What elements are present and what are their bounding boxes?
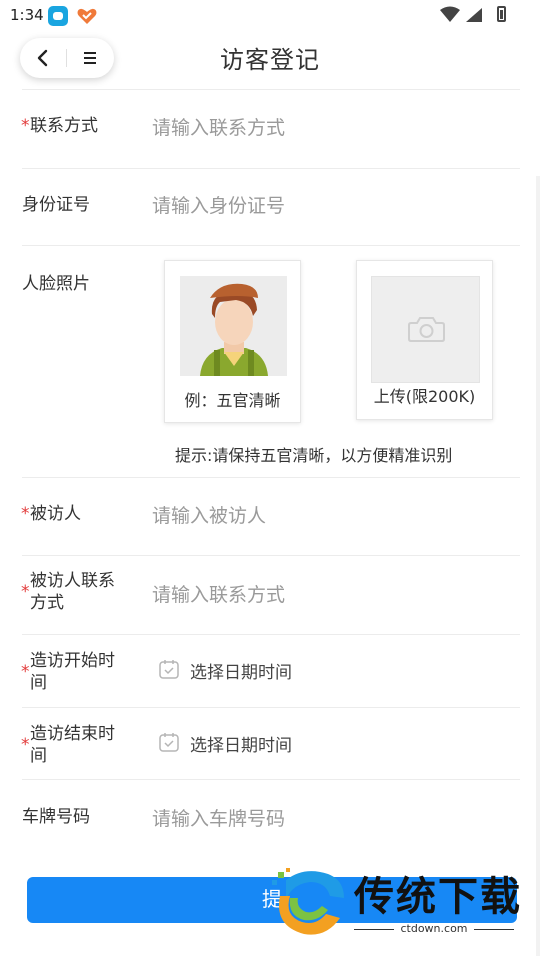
upload-caption: 上传(限200K)	[373, 387, 476, 406]
signal-icon	[440, 6, 482, 22]
example-face-image	[180, 276, 287, 376]
row-divider	[22, 634, 520, 635]
face-photo-label: 人脸照片	[22, 274, 90, 294]
visit-start-label-line1: 造访开始时	[30, 651, 115, 671]
upload-photo-card[interactable]: 上传(限200K)	[356, 260, 493, 420]
example-caption: 例：五官清晰	[184, 391, 281, 410]
visitee-phone-label-line2: 方式	[30, 593, 64, 613]
required-mark: *	[21, 735, 30, 755]
watermark: 传统下载 ctdown.com	[268, 860, 528, 940]
required-mark: *	[21, 582, 30, 602]
visitee-input[interactable]	[152, 501, 492, 531]
phone-label-text: 联系方式	[30, 116, 98, 136]
visit-start-label-line2: 间	[30, 673, 47, 693]
scrollbar[interactable]	[536, 176, 540, 956]
visitee-phone-input[interactable]	[152, 580, 492, 610]
row-divider	[22, 477, 520, 478]
id-number-input[interactable]	[152, 191, 492, 221]
battery-icon	[497, 6, 506, 22]
upload-area[interactable]	[371, 276, 480, 383]
app-notification-icon	[48, 6, 68, 26]
visit-start-picker[interactable]: 选择日期时间	[158, 656, 358, 683]
heart-notification-icon	[77, 8, 97, 24]
row-divider	[22, 779, 520, 780]
required-mark: *	[21, 116, 30, 136]
avatar-illustration	[180, 276, 287, 376]
visit-start-label: * 造访开始时 间	[21, 650, 115, 694]
visit-start-value: 选择日期时间	[190, 663, 292, 683]
visit-end-label-line1: 造访结束时	[30, 724, 115, 744]
calendar-icon	[159, 660, 179, 679]
row-divider	[22, 555, 520, 556]
row-divider	[22, 168, 520, 169]
camera-icon	[408, 317, 445, 342]
calendar-icon	[159, 733, 179, 752]
watermark-logo-icon	[272, 868, 344, 935]
visitee-phone-label-line1: 被访人联系	[30, 571, 115, 591]
visitee-label-text: 被访人	[30, 504, 81, 524]
status-time: 1:34	[10, 6, 44, 24]
header-divider	[22, 89, 520, 90]
visitee-label: * 被访人	[21, 503, 81, 525]
visit-end-value: 选择日期时间	[190, 736, 292, 756]
phone-label: * 联系方式	[21, 115, 98, 137]
visit-end-label: * 造访结束时 间	[21, 723, 115, 767]
visitee-phone-label: * 被访人联系 方式	[21, 570, 115, 614]
example-photo-card: 例：五官清晰	[164, 260, 301, 423]
required-mark: *	[21, 662, 30, 682]
row-divider	[22, 707, 520, 708]
page-title: 访客登记	[220, 46, 320, 74]
watermark-url: ctdown.com	[354, 922, 514, 935]
phone-input[interactable]	[152, 113, 492, 143]
watermark-title: 传统下载	[354, 874, 522, 920]
row-divider	[22, 245, 520, 246]
required-mark: *	[21, 504, 30, 524]
visit-end-picker[interactable]: 选择日期时间	[158, 729, 358, 756]
id-number-label: 身份证号	[22, 195, 90, 215]
plate-number-input[interactable]	[152, 804, 492, 834]
photo-hint: 提示:请保持五官清晰，以方便精准识别	[175, 446, 453, 465]
visit-end-label-line2: 间	[30, 746, 47, 766]
status-bar: 1:34	[0, 0, 540, 32]
plate-number-label: 车牌号码	[22, 807, 90, 827]
